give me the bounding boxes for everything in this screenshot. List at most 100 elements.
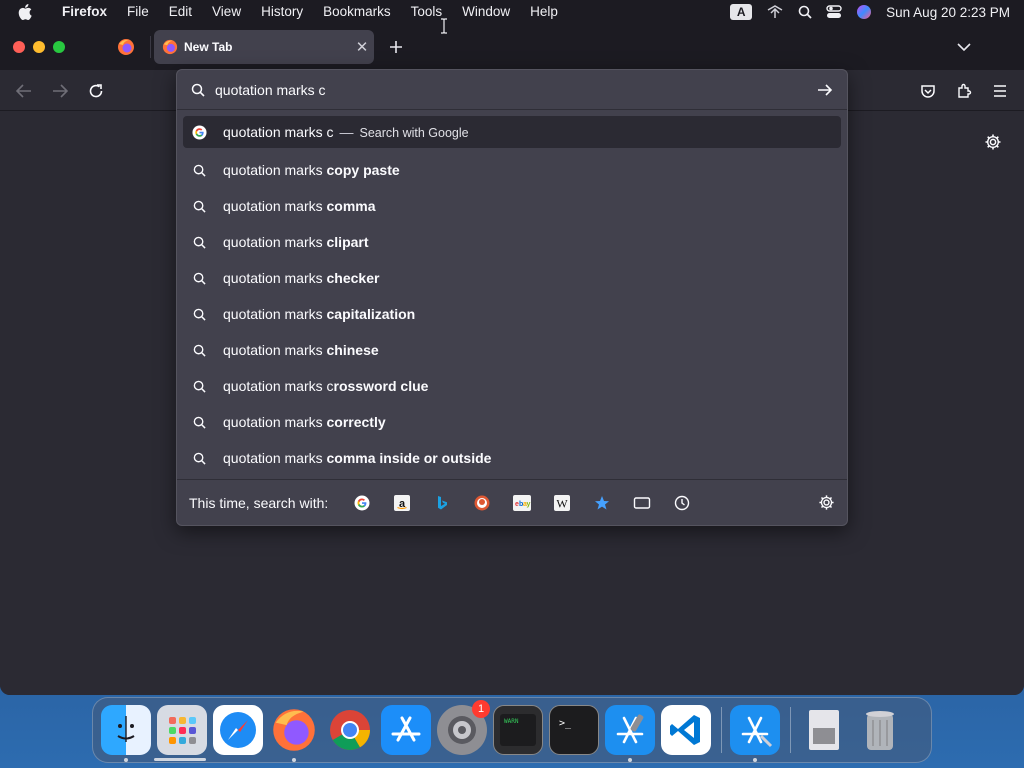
minimize-window-button[interactable] bbox=[33, 41, 45, 53]
simulator-icon[interactable] bbox=[730, 705, 780, 762]
extensions-button[interactable] bbox=[951, 78, 977, 104]
menu-window[interactable]: Window bbox=[452, 0, 520, 24]
tab-new-tab[interactable]: New Tab ✕ bbox=[154, 30, 374, 64]
chrome-icon[interactable] bbox=[325, 705, 375, 755]
tab-separator bbox=[150, 36, 151, 58]
hamburger-menu-icon bbox=[994, 85, 1006, 97]
suggestion-row[interactable]: quotation marks clipart bbox=[183, 224, 841, 260]
suggestion-prefix: quotation marks bbox=[223, 198, 327, 214]
result-separator: — bbox=[339, 124, 354, 140]
apple-menu-icon[interactable] bbox=[18, 4, 42, 20]
suggestion-completion: checker bbox=[326, 270, 380, 286]
menu-edit[interactable]: Edit bbox=[159, 0, 202, 24]
suggestion-row[interactable]: quotation marks comma bbox=[183, 188, 841, 224]
personalize-new-tab-button[interactable] bbox=[982, 131, 1004, 153]
suggestion-row[interactable]: quotation marks comma inside or outside bbox=[183, 440, 841, 476]
close-tab-icon[interactable]: ✕ bbox=[350, 35, 374, 59]
reload-icon bbox=[89, 84, 103, 98]
result-action: Search with Google bbox=[359, 126, 469, 140]
system-settings-icon[interactable]: 1 bbox=[437, 700, 490, 755]
suggestion-row[interactable]: quotation marks crossword clue bbox=[183, 368, 841, 404]
text-cursor-icon bbox=[441, 18, 447, 34]
app-store-icon[interactable] bbox=[381, 705, 431, 755]
pocket-icon bbox=[921, 85, 935, 98]
search-icon bbox=[191, 378, 207, 394]
gear-icon bbox=[985, 134, 1001, 150]
search-icon bbox=[191, 306, 207, 322]
reload-button[interactable] bbox=[83, 78, 109, 104]
tab-bar: New Tab ✕ bbox=[0, 24, 1024, 70]
menu-help[interactable]: Help bbox=[520, 0, 568, 24]
launchpad-icon[interactable] bbox=[157, 705, 207, 755]
close-window-button[interactable] bbox=[13, 41, 25, 53]
suggestion-prefix: quotation marks bbox=[223, 306, 327, 322]
chevron-down-icon bbox=[957, 43, 971, 52]
input-source-indicator[interactable]: A bbox=[730, 4, 753, 20]
suggestion-row[interactable]: quotation marks checker bbox=[183, 260, 841, 296]
suggestion-completion: comma inside or outside bbox=[326, 450, 492, 466]
ebay-icon[interactable]: ebay bbox=[502, 488, 542, 518]
svg-text:WARN: WARN bbox=[504, 718, 519, 725]
suggestion-prefix: quotation marks bbox=[223, 414, 327, 430]
firefox-dock-icon[interactable] bbox=[269, 705, 319, 762]
bookmarks-icon[interactable] bbox=[582, 488, 622, 518]
pocket-button[interactable] bbox=[915, 78, 941, 104]
preview-icon[interactable] bbox=[799, 705, 849, 755]
list-all-tabs-button[interactable] bbox=[952, 35, 976, 59]
vscode-icon[interactable] bbox=[661, 705, 711, 755]
suggestion-row[interactable]: quotation marks chinese bbox=[183, 332, 841, 368]
safari-icon[interactable] bbox=[213, 705, 263, 755]
window-controls bbox=[13, 41, 73, 53]
menu-bookmarks[interactable]: Bookmarks bbox=[313, 0, 401, 24]
new-tab-button[interactable] bbox=[384, 34, 408, 60]
notification-badge: 1 bbox=[472, 700, 490, 718]
firefox-icon bbox=[118, 39, 134, 55]
back-button[interactable] bbox=[11, 78, 37, 104]
dock-separator bbox=[721, 707, 722, 753]
pinned-firefox-tab[interactable] bbox=[112, 34, 140, 60]
urlbar-input[interactable]: quotation marks c bbox=[215, 82, 326, 98]
svg-text:>_: >_ bbox=[559, 718, 572, 729]
suggestion-prefix: quotation marks bbox=[223, 270, 327, 286]
menu-file[interactable]: File bbox=[117, 0, 159, 24]
terminal-icon[interactable]: >_ bbox=[549, 705, 599, 755]
one-off-label: This time, search with: bbox=[189, 494, 329, 511]
forward-button[interactable] bbox=[47, 78, 73, 104]
menubar-clock[interactable]: Sun Aug 20 2:23 PM bbox=[886, 5, 1010, 20]
search-icon bbox=[191, 234, 207, 250]
menu-app-firefox[interactable]: Firefox bbox=[52, 0, 117, 24]
google-icon[interactable] bbox=[342, 488, 382, 518]
finder-icon[interactable] bbox=[101, 705, 151, 762]
search-settings-button[interactable] bbox=[815, 492, 837, 514]
menu-view[interactable]: View bbox=[202, 0, 251, 24]
wikipedia-icon[interactable]: W bbox=[542, 488, 582, 518]
history-icon[interactable] bbox=[662, 488, 702, 518]
app-menu-button[interactable] bbox=[987, 78, 1013, 104]
go-button[interactable] bbox=[815, 80, 835, 100]
xcode-icon[interactable] bbox=[605, 705, 655, 762]
spotlight-icon[interactable] bbox=[798, 5, 812, 19]
amazon-icon[interactable]: a bbox=[382, 488, 422, 518]
tab-title: New Tab bbox=[184, 40, 233, 54]
suggestion-completion: chinese bbox=[326, 342, 379, 358]
duckduckgo-icon[interactable] bbox=[462, 488, 502, 518]
wifi-icon[interactable] bbox=[766, 5, 784, 19]
console-icon[interactable]: WARN bbox=[493, 705, 543, 755]
control-center-icon[interactable] bbox=[826, 5, 842, 19]
zoom-window-button[interactable] bbox=[53, 41, 65, 53]
running-indicator bbox=[753, 758, 757, 762]
urlbar-input-row[interactable]: quotation marks c bbox=[177, 70, 847, 110]
tabs-icon[interactable] bbox=[622, 488, 662, 518]
result-search-with-google[interactable]: quotation marks c — Search with Google bbox=[183, 116, 841, 148]
suggestion-prefix: quotation marks bbox=[223, 342, 327, 358]
menu-history[interactable]: History bbox=[251, 0, 313, 24]
siri-icon[interactable] bbox=[856, 4, 872, 20]
trash-icon[interactable] bbox=[855, 705, 905, 755]
suggestion-prefix: quotation marks bbox=[223, 162, 327, 178]
suggestion-row[interactable]: quotation marks capitalization bbox=[183, 296, 841, 332]
suggestion-row[interactable]: quotation marks correctly bbox=[183, 404, 841, 440]
suggestion-row[interactable]: quotation marks copy paste bbox=[183, 152, 841, 188]
input-source-label: A bbox=[730, 4, 753, 20]
suggestion-completion: rossword clue bbox=[333, 378, 429, 394]
bing-icon[interactable] bbox=[422, 488, 462, 518]
